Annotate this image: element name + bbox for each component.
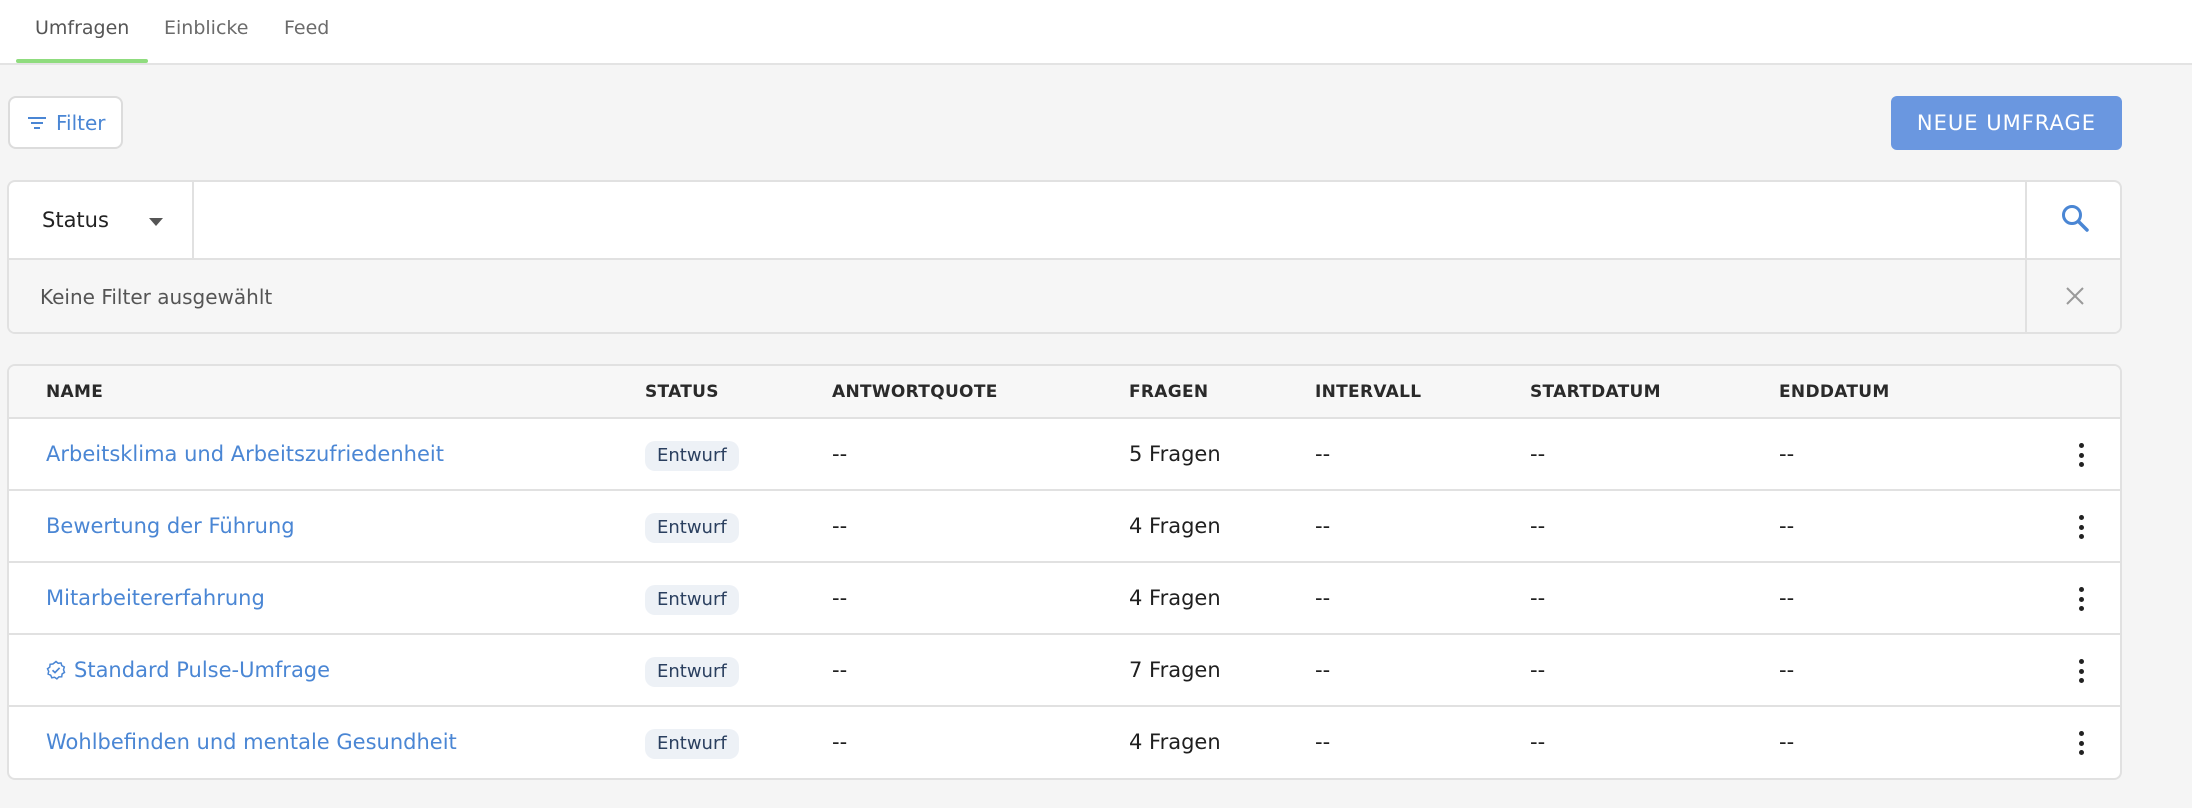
more-options-icon[interactable] xyxy=(2069,512,2093,542)
start-date-cell: -- xyxy=(1530,730,1546,754)
active-tab-indicator xyxy=(16,59,148,63)
interval-cell: -- xyxy=(1315,586,1331,610)
table-row[interactable]: Bewertung der Führung Entwurf -- 4 Frage… xyxy=(9,491,2120,563)
search-input[interactable] xyxy=(196,182,2028,258)
survey-name-text: Standard Pulse-Umfrage xyxy=(74,658,331,682)
end-date-cell: -- xyxy=(1779,586,1795,610)
status-dropdown[interactable]: Status xyxy=(9,182,194,258)
column-header-questions[interactable]: FRAGEN xyxy=(1129,366,1208,418)
search-icon xyxy=(2060,203,2090,237)
verified-badge-icon xyxy=(46,660,66,680)
end-date-cell: -- xyxy=(1779,658,1795,682)
response-rate-cell: -- xyxy=(832,730,848,754)
column-header-end-date[interactable]: ENDDATUM xyxy=(1779,366,1890,418)
interval-cell: -- xyxy=(1315,730,1331,754)
start-date-cell: -- xyxy=(1530,442,1546,466)
tab-umfragen[interactable]: Umfragen xyxy=(35,0,129,65)
survey-name-link[interactable]: Wohlbefinden und mentale Gesundheit xyxy=(46,707,457,777)
more-options-icon[interactable] xyxy=(2069,584,2093,614)
questions-cell: 7 Fragen xyxy=(1129,658,1221,682)
table-row[interactable]: Mitarbeitererfahrung Entwurf -- 4 Fragen… xyxy=(9,563,2120,635)
questions-cell: 4 Fragen xyxy=(1129,514,1221,538)
close-icon xyxy=(2064,285,2086,311)
interval-cell: -- xyxy=(1315,514,1331,538)
tab-einblicke[interactable]: Einblicke xyxy=(164,0,248,65)
questions-cell: 4 Fragen xyxy=(1129,730,1221,754)
status-badge: Entwurf xyxy=(645,513,739,543)
response-rate-cell: -- xyxy=(832,442,848,466)
new-survey-button[interactable]: NEUE UMFRAGE xyxy=(1891,96,2122,150)
filter-button-label: Filter xyxy=(56,110,106,135)
questions-cell: 4 Fragen xyxy=(1129,586,1221,610)
end-date-cell: -- xyxy=(1779,514,1795,538)
more-options-icon[interactable] xyxy=(2069,656,2093,686)
search-panel: Status Keine Filter ausgewählt xyxy=(7,180,2122,334)
start-date-cell: -- xyxy=(1530,658,1546,682)
end-date-cell: -- xyxy=(1779,442,1795,466)
start-date-cell: -- xyxy=(1530,586,1546,610)
end-date-cell: -- xyxy=(1779,730,1795,754)
table-row[interactable]: Standard Pulse-Umfrage Entwurf -- 7 Frag… xyxy=(9,635,2120,707)
search-button[interactable] xyxy=(2025,182,2120,258)
status-badge: Entwurf xyxy=(645,657,739,687)
survey-name-link[interactable]: Standard Pulse-Umfrage xyxy=(46,635,330,705)
status-badge: Entwurf xyxy=(645,585,739,615)
survey-name-link[interactable]: Arbeitsklima und Arbeitszufriedenheit xyxy=(46,419,444,489)
interval-cell: -- xyxy=(1315,442,1331,466)
column-header-status[interactable]: STATUS xyxy=(645,366,719,418)
table-header: NAME STATUS ANTWORTQUOTE FRAGEN INTERVAL… xyxy=(9,366,2120,419)
filter-lines-icon xyxy=(28,111,46,135)
tab-feed[interactable]: Feed xyxy=(284,0,329,65)
column-header-response-rate[interactable]: ANTWORTQUOTE xyxy=(832,366,998,418)
active-filters-row: Keine Filter ausgewählt xyxy=(9,258,2120,332)
more-options-icon[interactable] xyxy=(2069,728,2093,758)
column-header-start-date[interactable]: STARTDATUM xyxy=(1530,366,1661,418)
response-rate-cell: -- xyxy=(832,658,848,682)
column-header-name[interactable]: NAME xyxy=(46,366,103,418)
start-date-cell: -- xyxy=(1530,514,1546,538)
response-rate-cell: -- xyxy=(832,586,848,610)
status-dropdown-label: Status xyxy=(42,208,109,232)
caret-down-icon xyxy=(149,218,163,226)
survey-name-link[interactable]: Bewertung der Führung xyxy=(46,491,295,561)
filter-button[interactable]: Filter xyxy=(8,96,123,149)
clear-filters-button[interactable] xyxy=(2025,260,2120,332)
interval-cell: -- xyxy=(1315,658,1331,682)
table-row[interactable]: Arbeitsklima und Arbeitszufriedenheit En… xyxy=(9,419,2120,491)
response-rate-cell: -- xyxy=(832,514,848,538)
column-header-interval[interactable]: INTERVALL xyxy=(1315,366,1421,418)
top-tab-bar: Umfragen Einblicke Feed xyxy=(0,0,2192,65)
survey-name-link[interactable]: Mitarbeitererfahrung xyxy=(46,563,265,633)
status-badge: Entwurf xyxy=(645,441,739,471)
no-filters-text: Keine Filter ausgewählt xyxy=(40,285,273,309)
more-options-icon[interactable] xyxy=(2069,440,2093,470)
table-row[interactable]: Wohlbefinden und mentale Gesundheit Entw… xyxy=(9,707,2120,778)
surveys-table: NAME STATUS ANTWORTQUOTE FRAGEN INTERVAL… xyxy=(7,364,2122,780)
status-badge: Entwurf xyxy=(645,729,739,759)
questions-cell: 5 Fragen xyxy=(1129,442,1221,466)
